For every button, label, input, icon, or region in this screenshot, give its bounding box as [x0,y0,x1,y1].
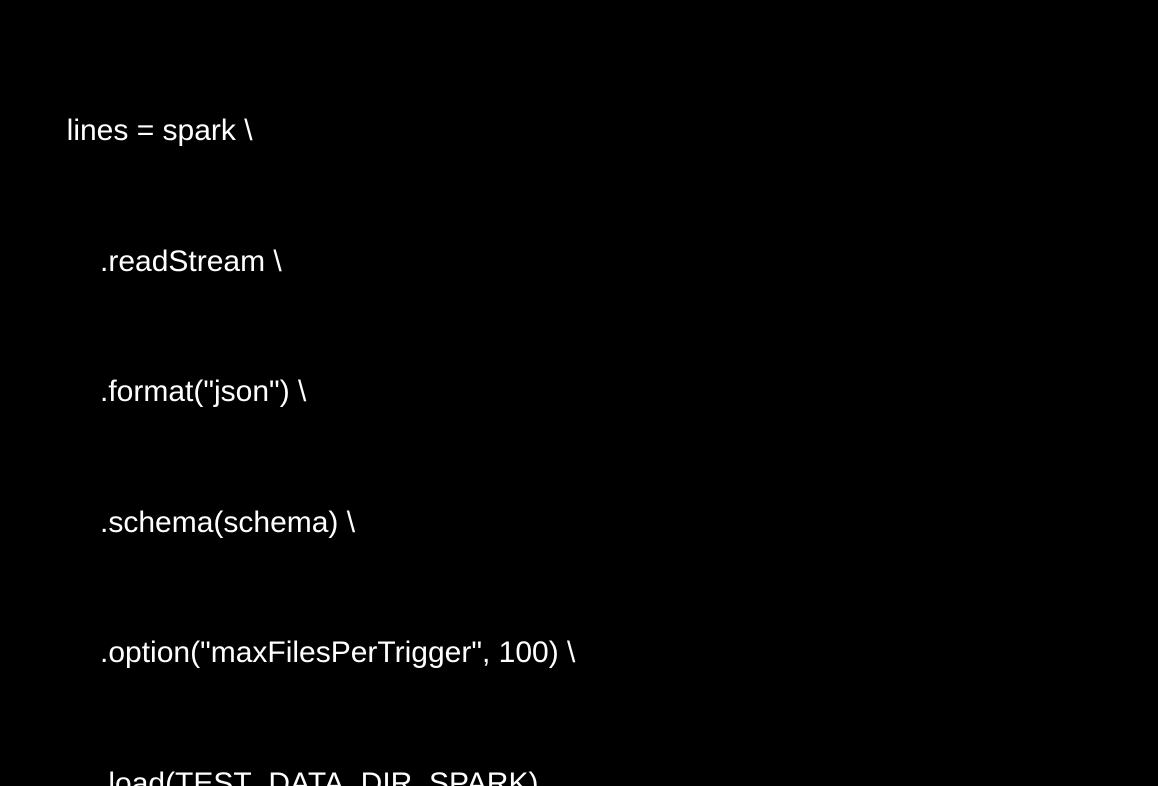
code-line: lines = spark \ [50,109,1158,153]
code-block: lines = spark \ .readStream \ .format("j… [0,0,1158,786]
code-line: .load(TEST_DATA_DIR_SPARK) [50,762,1158,786]
code-line: .option("maxFilesPerTrigger", 100) \ [50,631,1158,675]
code-line: .format("json") \ [50,370,1158,414]
code-line: .readStream \ [50,240,1158,284]
code-line: .schema(schema) \ [50,501,1158,545]
